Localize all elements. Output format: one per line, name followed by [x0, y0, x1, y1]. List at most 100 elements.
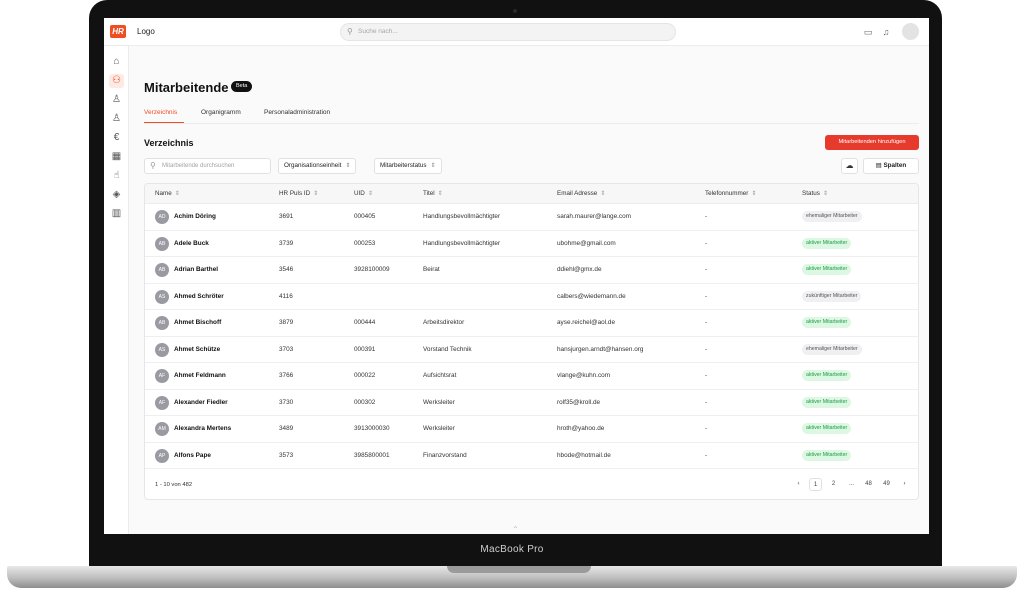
- page-button[interactable]: 2: [827, 478, 840, 491]
- col-email[interactable]: Email Adresse ⇕: [557, 190, 605, 197]
- cell-uid: 000253: [354, 239, 376, 247]
- table-row[interactable]: AS Ahmet Schütze 3703 000391 Vorstand Techni…: [145, 337, 918, 363]
- cell-phone: -: [705, 319, 708, 326]
- user-icon[interactable]: ♙: [109, 93, 124, 107]
- calendar-icon[interactable]: ▦: [109, 150, 124, 164]
- page-button[interactable]: 1: [809, 478, 822, 491]
- cell-phone: -: [705, 451, 708, 459]
- bell-icon[interactable]: ♫: [880, 26, 892, 38]
- global-search-input[interactable]: ⚲ Suche nach...: [340, 23, 676, 41]
- search-icon: ⚲: [347, 27, 353, 36]
- cell-phone: -: [705, 292, 708, 300]
- columns-button[interactable]: ▤ Spalten: [863, 158, 919, 174]
- screen: HR Logo ⚲ Suche nach... ▭ ♫ ⌂ ⚇ ♙ ♙ € ▦ …: [104, 18, 929, 534]
- next-page-button[interactable]: ›: [898, 478, 911, 491]
- page-button[interactable]: ...: [845, 478, 858, 491]
- table-row[interactable]: AF Alexander Fiedler 3730 000302 Werksleiter…: [145, 390, 918, 416]
- col-uid[interactable]: UID ⇕: [354, 190, 373, 197]
- cell-phone: -: [705, 425, 708, 432]
- cell-name[interactable]: Adrian Barthel: [174, 266, 218, 273]
- col-name[interactable]: Name ⇕: [155, 190, 180, 197]
- laptop-base: [7, 566, 1017, 588]
- cell-email: calbers@wiedemann.de: [557, 292, 626, 300]
- cell-phone: -: [705, 239, 708, 247]
- document-icon[interactable]: ▭: [862, 26, 874, 38]
- table-row[interactable]: AS Ahmed Schröter 4116 calbers@wiedemann.de…: [145, 284, 918, 310]
- euro-icon[interactable]: €: [109, 131, 124, 145]
- camera: [513, 9, 517, 13]
- cloud-download-icon[interactable]: ☁: [841, 158, 858, 174]
- cell-phone: -: [705, 372, 708, 379]
- cell-email: hbode@hotmail.de: [557, 451, 611, 459]
- table-row[interactable]: AM Alexandra Mertens 3489 3913000030 Werksle…: [145, 416, 918, 443]
- cell-name[interactable]: Ahmed Schröter: [174, 293, 224, 300]
- cell-title: Handlungsbevollmächtigter: [423, 213, 501, 220]
- cell-title: Handlungsbevollmächtigter: [423, 239, 501, 247]
- prev-page-button[interactable]: ‹: [792, 478, 805, 491]
- page-button[interactable]: 48: [862, 478, 875, 491]
- avatar: AD: [155, 210, 169, 224]
- table-row[interactable]: AP Alfons Pape 3573 3985800001 Finanzvorstan…: [145, 443, 918, 469]
- thumbs-up-icon[interactable]: ☝: [109, 169, 124, 183]
- result-count: 1 - 10 von 482: [155, 482, 193, 488]
- columns-label: Spalten: [883, 162, 907, 169]
- chart-icon[interactable]: ▥: [109, 207, 124, 221]
- col-hr-id[interactable]: HR Puls ID ⇕: [279, 190, 318, 197]
- avatar: AB: [155, 236, 169, 251]
- org-unit-dropdown[interactable]: Organisationseinheit ⇕: [278, 158, 357, 174]
- table-row[interactable]: AB Adrian Barthel 3546 3928100009 Beirat ddie…: [145, 257, 918, 284]
- tab-organigramm[interactable]: Organigramm: [201, 109, 241, 116]
- graduation-icon[interactable]: ◈: [109, 188, 124, 202]
- cell-hr-id: 3879: [279, 319, 294, 326]
- cell-phone: -: [705, 213, 708, 220]
- add-employee-button[interactable]: Mitarbeitenden hinzufügen: [825, 135, 919, 150]
- col-phone[interactable]: Telefonnummer ⇕: [705, 190, 756, 197]
- status-badge: ehemaliger Mitarbeiter: [802, 211, 862, 222]
- cell-hr-id: 3766: [279, 372, 294, 379]
- cell-hr-id: 3546: [279, 266, 294, 273]
- employee-search-input[interactable]: ⚲ Mitarbeitende durchsuchen: [144, 158, 271, 174]
- status-badge: aktiver Mitarbeiter: [802, 449, 852, 461]
- cell-name[interactable]: Alexander Fiedler: [174, 399, 228, 406]
- avatar: AF: [155, 369, 169, 383]
- cell-hr-id: 3739: [279, 239, 294, 247]
- cell-name[interactable]: Ahmet Bischoff: [174, 319, 221, 326]
- avatar: AS: [155, 289, 169, 304]
- cell-phone: -: [705, 266, 708, 273]
- col-title[interactable]: Titel ⇕: [423, 190, 443, 197]
- user-avatar[interactable]: [902, 23, 919, 40]
- status-badge: aktiver Mitarbeiter: [802, 396, 852, 408]
- status-badge: aktiver Mitarbeiter: [802, 317, 852, 328]
- users-icon[interactable]: ⚇: [109, 74, 124, 88]
- table-row[interactable]: AB Adele Buck 3739 000253 Handlungsbevollmäc…: [145, 231, 918, 257]
- table-row[interactable]: AB Ahmet Bischoff 3879 000444 Arbeitsdirekto…: [145, 310, 918, 337]
- tab-verzeichnis[interactable]: Verzeichnis: [144, 109, 177, 116]
- cell-name[interactable]: Alexandra Mertens: [174, 425, 231, 432]
- cell-name[interactable]: Ahmet Feldmann: [174, 372, 226, 379]
- avatar: AM: [155, 422, 169, 436]
- page-button[interactable]: 49: [880, 478, 893, 491]
- cell-uid: 3985800001: [354, 451, 390, 459]
- cell-name[interactable]: Alfons Pape: [174, 452, 211, 459]
- cell-email: ayse.reichel@aol.de: [557, 319, 615, 326]
- laptop-frame: MacBook Pro HR Logo ⚲ Suche nach... ▭ ♫ …: [0, 0, 1024, 598]
- search-placeholder: Suche nach...: [358, 28, 398, 35]
- col-status[interactable]: Status ⇕: [802, 190, 828, 197]
- cell-hr-id: 3703: [279, 345, 294, 353]
- user-add-icon[interactable]: ♙: [109, 112, 124, 126]
- hr-logo[interactable]: HR: [110, 25, 126, 38]
- table-row[interactable]: AF Ahmet Feldmann 3766 000022 Aufsichtsrat vl…: [145, 363, 918, 390]
- cell-name[interactable]: Adele Buck: [174, 240, 209, 247]
- beta-badge: Beta: [231, 81, 253, 92]
- cell-uid: 000391: [354, 345, 376, 353]
- home-icon[interactable]: ⌂: [109, 55, 124, 69]
- tab-personaladministration[interactable]: Personaladministration: [264, 109, 330, 116]
- avatar: AB: [155, 263, 169, 277]
- cell-phone: -: [705, 345, 708, 353]
- status-badge: zukünftiger Mitarbeiter: [802, 290, 862, 302]
- cell-name[interactable]: Achim Döring: [174, 213, 216, 220]
- cell-email: hansjurgen.arndt@hansen.org: [557, 345, 644, 353]
- status-dropdown[interactable]: Mitarbeiterstatus ⇕: [374, 158, 442, 174]
- table-row[interactable]: AD Achim Döring 3691 000405 Handlungsbevollm…: [145, 204, 918, 231]
- cell-name[interactable]: Ahmet Schütze: [174, 346, 220, 353]
